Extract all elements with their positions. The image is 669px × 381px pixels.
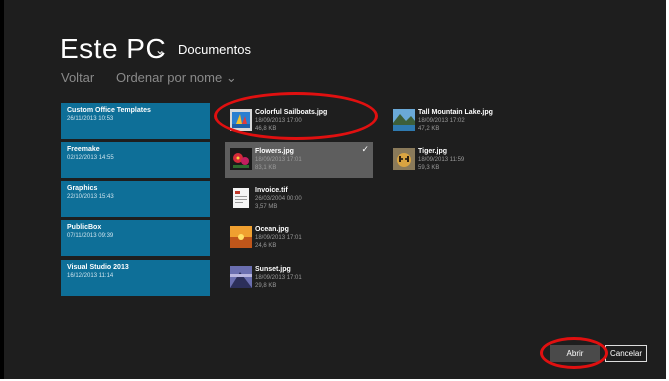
folder-date: 07/11/2013 09:39 <box>67 233 114 239</box>
file-item-sunset[interactable]: Sunset.jpg 18/09/2013 17:01 29,8 KB <box>225 260 373 296</box>
file-size: 3,57 MB <box>255 204 278 210</box>
sunset-thumbnail-icon <box>230 266 252 288</box>
file-size: 46,8 KB <box>255 126 277 132</box>
file-size: 47,2 KB <box>418 126 440 132</box>
sort-dropdown[interactable]: Ordenar por nome ⌄ <box>116 70 237 86</box>
file-name: Ocean.jpg <box>255 226 289 233</box>
file-item-invoice[interactable]: Invoice.tif 26/03/2004 00:00 3,57 MB <box>225 181 373 217</box>
file-size: 24,6 KB <box>255 243 277 249</box>
folder-name: PublicBox <box>67 224 102 231</box>
file-date: 18/09/2013 17:01 <box>255 235 302 241</box>
mountain-lake-thumbnail-icon <box>393 109 415 131</box>
folder-name: Custom Office Templates <box>67 107 151 114</box>
file-name: Invoice.tif <box>255 187 288 194</box>
folder-date: 16/12/2013 11:14 <box>67 273 114 279</box>
file-date: 18/09/2013 17:01 <box>255 157 302 163</box>
location-chevron-icon[interactable]: ⌄ <box>155 43 165 57</box>
file-item-flowers[interactable]: Flowers.jpg 18/09/2013 17:01 83,1 KB ✓ <box>225 142 373 178</box>
folder-tile-freemake[interactable]: Freemake 02/12/2013 14:55 <box>61 142 210 178</box>
folder-name: Graphics <box>67 185 98 192</box>
flowers-thumbnail-icon <box>230 148 252 170</box>
file-item-ocean[interactable]: Ocean.jpg 18/09/2013 17:01 24,6 KB <box>225 220 373 256</box>
folder-date: 26/11/2013 10:53 <box>67 116 114 122</box>
file-name: Flowers.jpg <box>255 148 294 155</box>
current-folder-label: Documentos <box>178 42 251 57</box>
location-title[interactable]: Este PC <box>60 33 166 65</box>
sailboats-thumbnail-icon <box>230 109 252 131</box>
folder-tile-custom-office-templates[interactable]: Custom Office Templates 26/11/2013 10:53 <box>61 103 210 139</box>
folder-name: Freemake <box>67 146 100 153</box>
file-date: 26/03/2004 00:00 <box>255 196 302 202</box>
file-name: Sunset.jpg <box>255 266 291 273</box>
cancel-button[interactable]: Cancelar <box>605 345 647 362</box>
file-date: 18/09/2013 17:02 <box>418 118 465 124</box>
chevron-down-icon: ⌄ <box>225 70 237 85</box>
folder-tile-graphics[interactable]: Graphics 22/10/2013 15:43 <box>61 181 210 217</box>
folder-tile-publicbox[interactable]: PublicBox 07/11/2013 09:39 <box>61 220 210 256</box>
file-name: Tiger.jpg <box>418 148 448 155</box>
file-size: 83,1 KB <box>255 165 277 171</box>
sort-label: Ordenar por nome <box>116 70 223 85</box>
folder-tile-visual-studio-2013[interactable]: Visual Studio 2013 16/12/2013 11:14 <box>61 260 210 296</box>
tiger-thumbnail-icon <box>393 148 415 170</box>
back-button[interactable]: Voltar <box>61 70 94 85</box>
invoice-thumbnail-icon <box>233 188 249 208</box>
ocean-thumbnail-icon <box>230 226 252 248</box>
file-date: 18/09/2013 11:59 <box>418 157 465 163</box>
file-item-tall-mountain-lake[interactable]: Tall Mountain Lake.jpg 18/09/2013 17:02 … <box>388 103 536 139</box>
file-date: 18/09/2013 17:01 <box>255 275 302 281</box>
folder-date: 02/12/2013 14:55 <box>67 155 114 161</box>
checkmark-icon: ✓ <box>361 144 369 154</box>
file-size: 29,8 KB <box>255 283 277 289</box>
folder-date: 22/10/2013 15:43 <box>67 194 114 200</box>
open-button[interactable]: Abrir <box>550 345 600 362</box>
file-item-colorful-sailboats[interactable]: Colorful Sailboats.jpg 18/09/2013 17:00 … <box>225 103 373 139</box>
file-size: 59,3 KB <box>418 165 440 171</box>
folder-name: Visual Studio 2013 <box>67 264 129 271</box>
file-item-tiger[interactable]: Tiger.jpg 18/09/2013 11:59 59,3 KB <box>388 142 536 178</box>
file-name: Tall Mountain Lake.jpg <box>418 109 493 116</box>
file-name: Colorful Sailboats.jpg <box>255 109 328 116</box>
file-date: 18/09/2013 17:00 <box>255 118 302 124</box>
